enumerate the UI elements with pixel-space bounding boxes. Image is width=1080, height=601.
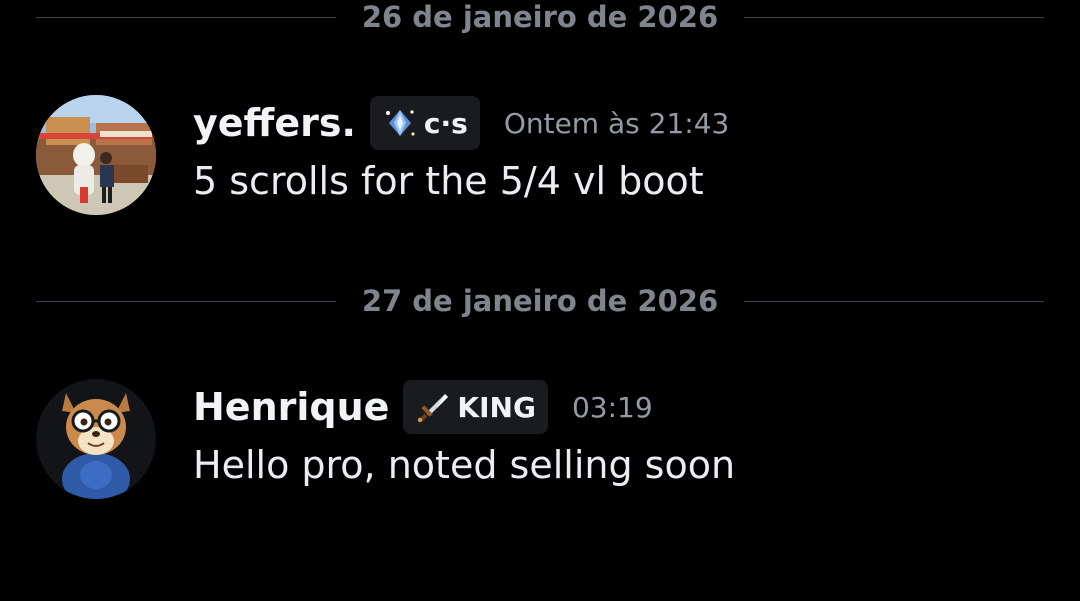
date-divider: 26 de janeiro de 2026 [36,0,1044,37]
message-timestamp: Ontem às 21:43 [503,106,730,140]
sword-icon [418,394,449,423]
message-content: 5 scrolls for the 5/4 vl boot [193,159,704,203]
guild-tag[interactable]: c·s [369,96,480,150]
divider-line [744,300,1044,302]
chat-log: 26 de janeiro de 2026 yeffers. c·s Ontem… [0,0,1080,601]
message-timestamp: 03:19 [571,390,653,424]
message-item[interactable]: Henrique KING 03:19 Hello pro, noted sel… [36,379,1044,509]
username[interactable]: Henrique [193,385,389,429]
divider-line [36,300,336,302]
photo-avatar-icon [36,95,156,215]
divider-line [36,16,336,18]
divider-date: 27 de janeiro de 2026 [361,284,719,318]
tag-label: KING [457,390,536,424]
message-body: Henrique KING 03:19 Hello pro, noted sel… [193,379,1044,487]
divider-line [744,16,1044,18]
username[interactable]: yeffers. [193,101,356,145]
guild-tag[interactable]: KING [403,380,548,434]
user-avatar[interactable] [36,379,156,499]
user-avatar[interactable] [36,95,156,215]
message-header: yeffers. c·s Ontem às 21:43 [193,95,1044,151]
chipmunk-avatar-icon [36,379,156,499]
tag-label: c·s [423,106,468,140]
message-header: Henrique KING 03:19 [193,379,1044,435]
message-body: yeffers. c·s Ontem às 21:43 5 scrolls fo… [193,95,1044,203]
message-item[interactable]: yeffers. c·s Ontem às 21:43 5 scrolls fo… [36,95,1044,225]
divider-date: 26 de janeiro de 2026 [361,0,719,34]
diamond-sparkle-icon [385,110,415,136]
date-divider: 27 de janeiro de 2026 [36,281,1044,321]
message-content: Hello pro, noted selling soon [193,443,736,487]
